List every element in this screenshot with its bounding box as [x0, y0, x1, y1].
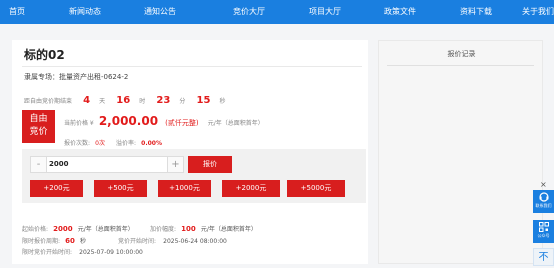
headset-icon [538, 192, 549, 202]
bid-count: 0次 [95, 140, 105, 147]
contact-tool[interactable]: 联系我们 [533, 190, 554, 213]
project-label: 隶属专场： [24, 73, 59, 81]
nav-news[interactable]: 新闻动态 [69, 0, 101, 24]
premium-rate: 0.00% [141, 140, 162, 147]
increase-button[interactable]: + [167, 157, 183, 172]
current-price-words: (贰仟元整) [165, 119, 199, 127]
countdown-days-unit: 天 [99, 98, 106, 105]
free-bidding-badge: 自由 竞价 [22, 110, 55, 143]
countdown-hours: 16 [116, 95, 131, 106]
countdown: 距自由竞价期结束 4 天 16 时 23 分 15 秒 [24, 88, 226, 107]
bid-stats-row: 报价次数: 0次 溢价率: 0.00% [64, 130, 162, 149]
countdown-minutes: 23 [156, 95, 171, 106]
current-price-row: 当前价格 ¥ 2,000.00 (贰仟元整) 元/年（总面积首年） [64, 110, 264, 129]
increment-200-button[interactable]: +200元 [30, 180, 83, 197]
qrcode-tool-label: 公众号 [537, 233, 550, 238]
nav-downloads[interactable]: 资料下载 [460, 0, 492, 24]
decrease-button[interactable]: - [31, 157, 47, 172]
increment-500-button[interactable]: +500元 [94, 180, 147, 197]
limit-start: 2025-07-09 10:00:00 [79, 249, 143, 256]
badge-line2: 竞价 [29, 127, 48, 137]
bid-count-label: 报价次数: [64, 140, 91, 147]
contact-tool-label: 联系我们 [535, 203, 552, 208]
current-price-unit: 元/年（总面积首年） [207, 120, 264, 127]
nav-project-hall[interactable]: 项目大厅 [309, 0, 341, 24]
qrcode-tool[interactable]: 公众号 [533, 220, 554, 243]
current-price-label: 当前价格 ¥ [64, 120, 94, 127]
close-icon[interactable]: × [540, 180, 547, 189]
item-title: 标的02 [24, 48, 65, 62]
countdown-label: 距自由竞价期结束 [24, 98, 73, 105]
bid-records-divider [387, 65, 534, 66]
countdown-days: 4 [83, 95, 91, 106]
bid-records-title: 报价记录 [447, 50, 476, 58]
back-to-top-button[interactable]: 不 [533, 248, 554, 266]
countdown-seconds: 15 [196, 95, 211, 106]
nav-bidding-hall[interactable]: 竞价大厅 [233, 0, 265, 24]
top-nav: 首页 新闻动态 通知公告 竞价大厅 项目大厅 政策文件 资料下载 关于我们 [0, 0, 554, 24]
premium-label: 溢价率: [116, 140, 137, 147]
bid-amount-input[interactable]: 2000 [49, 157, 68, 172]
nav-notices[interactable]: 通知公告 [144, 0, 176, 24]
badge-line1: 自由 [29, 114, 48, 124]
increment-5000-button[interactable]: +5000元 [287, 180, 345, 197]
qrcode-icon [538, 222, 549, 232]
nav-about[interactable]: 关于我们 [522, 0, 554, 24]
countdown-minutes-unit: 分 [179, 98, 186, 105]
limit-start-row: 限时竞价开始时间: 2025-07-09 10:00:00 [22, 239, 143, 258]
increment-2000-button[interactable]: +2000元 [222, 180, 280, 197]
countdown-seconds-unit: 秒 [219, 98, 226, 105]
increment-1000-button[interactable]: +1000元 [158, 180, 211, 197]
project-name[interactable]: 批量资产出租-0624-2 [59, 73, 128, 81]
auction-start: 2025-06-24 08:00:00 [163, 238, 227, 245]
limit-start-label: 限时竞价开始时间: [22, 249, 73, 256]
bid-records-panel: 报价记录 [378, 40, 543, 264]
quantity-stepper: - 2000 + [30, 156, 184, 173]
submit-bid-button[interactable]: 报价 [188, 156, 232, 173]
title-divider [22, 66, 362, 67]
current-price: 2,000.00 [98, 114, 159, 128]
nav-home[interactable]: 首页 [9, 0, 25, 24]
nav-policy-docs[interactable]: 政策文件 [384, 0, 416, 24]
project-line: 隶属专场：批量资产出租-0624-2 [24, 72, 128, 82]
countdown-hours-unit: 时 [139, 98, 146, 105]
